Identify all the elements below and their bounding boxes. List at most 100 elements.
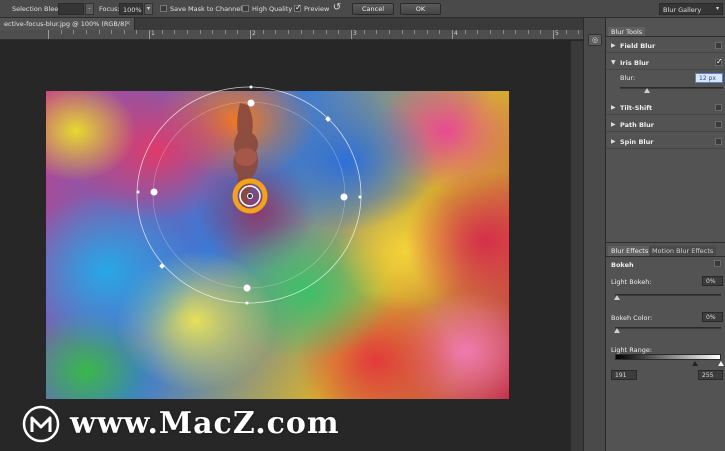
ruler-tick [338,30,340,34]
ruler-tick [489,30,491,34]
high-quality-checkbox[interactable] [242,5,249,12]
iris-handle-left[interactable] [150,188,158,196]
ruler-tick [85,30,87,34]
ruler-tick [426,30,428,34]
bokeh-checkbox[interactable] [714,260,721,267]
light-range-high-input[interactable]: 255 [698,370,723,380]
preview-checkbox[interactable] [294,3,302,12]
triangle-right-icon[interactable]: ▶ [611,42,616,49]
field-blur-checkbox[interactable] [715,42,722,49]
light-range-low-input[interactable]: 191 [611,370,637,380]
ruler-tick [262,30,264,34]
blur-tools-panel: Blur Tools ▶ Field Blur ▼ Iris Blur Blur… [605,18,725,451]
ruler-tick [540,30,542,34]
spin-blur-checkbox[interactable] [715,138,722,145]
ruler-tick [237,30,239,34]
triangle-right-icon[interactable]: ▶ [611,121,616,128]
focus-label: Focus: [99,5,120,13]
document-tab-bar: ective-focus-blur.jpg @ 100% (RGB/8) × [0,18,583,30]
ruler-label: 3 [353,30,357,37]
chevron-down-icon: ▾ [715,5,719,12]
ruler-label: 4 [454,30,458,37]
iris-blur-amount-input[interactable]: 12 px [695,73,723,83]
triangle-right-icon[interactable]: ▶ [611,138,616,145]
light-bokeh-slider-track[interactable] [615,294,721,296]
watermark-text: www.MacZ.com [70,406,340,441]
blur-gallery-select[interactable]: Blur Gallery ▾ [659,3,723,15]
blur-tool-path-blur[interactable]: ▶ Path Blur [606,118,725,132]
bokeh-label: Bokeh [611,261,634,269]
selection-bleed-input[interactable] [58,3,84,15]
ruler-tick [502,30,504,34]
bokeh-color-input[interactable]: 0% [702,312,723,322]
ruler-tick [313,30,315,34]
iris-handle-dot [245,301,249,305]
blur-tool-field-blur[interactable]: ▶ Field Blur [606,39,725,53]
panel-dock-strip: ◎ [583,18,605,451]
ruler-tick [224,30,226,34]
iris-blur-slider-track[interactable] [620,87,723,89]
ruler-tick [414,30,416,34]
selection-bleed-stepper[interactable]: - [85,3,94,15]
document-tab-title: ective-focus-blur.jpg @ 100% (RGB/8) [4,20,127,28]
iris-blur-checkbox[interactable] [715,57,723,66]
focus-input[interactable]: 100% [119,3,143,15]
cancel-button[interactable]: Cancel [352,3,394,15]
light-range-gradient [615,354,721,360]
ruler-tick [388,30,390,34]
blur-tool-tilt-shift[interactable]: ▶ Tilt-Shift [606,101,725,115]
ruler-tick [287,30,289,34]
preview-label: Preview [304,5,330,13]
blur-tool-label: Field Blur [620,42,656,50]
ruler-tick [174,30,176,34]
ruler-tick [376,30,378,34]
save-mask-checkbox[interactable] [160,5,167,12]
ruler-tick [300,30,302,34]
bokeh-color-slider-thumb[interactable] [614,328,620,333]
bokeh-color-label: Bokeh Color: [611,314,653,322]
bokeh-color-slider-track[interactable] [615,327,721,329]
canvas-image[interactable] [46,91,509,399]
selection-bleed-label: Selection Bleed: [12,5,65,13]
blur-gallery-panel-icon[interactable]: ◎ [588,34,602,46]
path-blur-checkbox[interactable] [715,121,722,128]
iris-handle-right[interactable] [340,193,348,201]
iris-handle-bottom[interactable] [243,284,251,292]
ok-button[interactable]: OK [400,3,441,15]
ruler-tick [60,30,62,34]
focus-stepper[interactable]: ▾ [144,3,153,15]
iris-blur-slider-thumb[interactable] [644,88,651,93]
iris-handle-dot [136,190,140,194]
reset-pins-icon[interactable]: ↺ [331,2,343,15]
ruler-tick [553,30,554,39]
ruler-tick [250,30,251,39]
close-icon[interactable]: × [125,19,131,27]
triangle-right-icon[interactable]: ▶ [611,104,616,111]
ruler-tick [464,30,466,34]
blur-gallery-value: Blur Gallery [663,6,702,14]
ruler-tick [199,30,201,34]
light-bokeh-label: Light Bokeh: [611,278,652,286]
ruler-tick [48,30,49,39]
ruler-tick [161,30,163,34]
iris-handle-dot [249,85,253,89]
triangle-down-icon[interactable]: ▼ [611,59,616,66]
light-bokeh-slider-thumb[interactable] [614,295,620,300]
blur-tool-iris-blur[interactable]: ▼ Iris Blur [606,56,725,70]
ruler-tick [578,30,580,34]
tab-blur-effects[interactable]: Blur Effects [608,246,652,256]
ruler-tick [351,30,352,39]
vertical-scrollbar[interactable] [570,41,583,451]
document-tab[interactable]: ective-focus-blur.jpg @ 100% (RGB/8) × [0,18,135,30]
ruler-tick [565,30,567,34]
tilt-shift-checkbox[interactable] [715,104,722,111]
options-bar: Selection Bleed: - Focus: 100% ▾ Save Ma… [0,0,725,18]
tab-motion-blur-effects[interactable]: Motion Blur Effects [649,246,717,256]
horizontal-ruler: 1 2 3 4 5 [0,30,583,40]
pin-center-icon[interactable] [247,193,253,199]
light-bokeh-input[interactable]: 0% [702,276,723,286]
light-range-low-thumb[interactable] [692,361,698,366]
blur-tool-spin-blur[interactable]: ▶ Spin Blur [606,135,725,149]
iris-handle-top[interactable] [247,99,255,107]
light-range-high-thumb[interactable] [718,361,724,366]
